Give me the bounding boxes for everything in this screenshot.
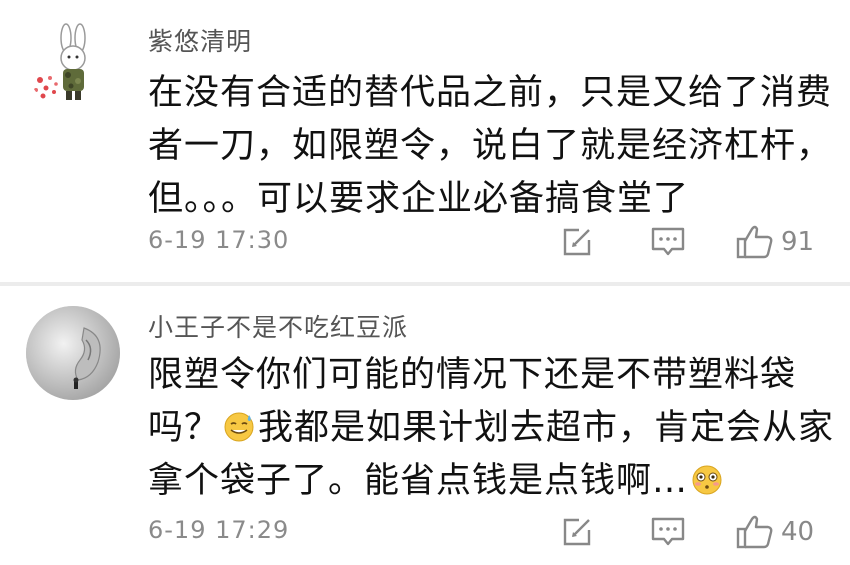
comment-button[interactable] — [650, 222, 686, 262]
like-count: 40 — [781, 517, 815, 547]
like-button[interactable]: 91 — [735, 222, 814, 262]
comment-item: 紫悠清明 在没有合适的替代品之前，只是又给了消费者一刀，如限塑令，说白了就是经济… — [0, 0, 850, 282]
like-button[interactable]: 40 — [735, 512, 814, 552]
bunny-avatar-icon — [26, 16, 120, 110]
like-count: 91 — [781, 227, 815, 257]
thumbs-up-icon — [736, 515, 773, 549]
comment-text: 限塑令你们可能的情况下还是不带塑料袋吗？ 我都是如果计划去超市，肯定会从家拿个袋子… — [148, 349, 838, 508]
flushed-emoji-icon — [692, 465, 722, 495]
repost-icon — [563, 518, 591, 546]
ear-earring-avatar-icon — [26, 306, 120, 400]
comment-item: 小王子不是不吃红豆派 限塑令你们可能的情况下还是不带塑料袋吗？ 我都是如果计划去超… — [0, 286, 850, 565]
comment-text: 在没有合适的替代品之前，只是又给了消费者一刀，如限塑令，说白了就是经济杠杆，但。… — [148, 67, 838, 226]
avatar[interactable] — [26, 306, 120, 400]
username[interactable]: 紫悠清明 — [148, 22, 252, 58]
comment-button[interactable] — [650, 512, 686, 552]
avatar[interactable] — [26, 16, 120, 110]
comment-meta: 6-19 17:29 40 — [0, 512, 850, 552]
comment-icon — [651, 517, 685, 546]
repost-button[interactable] — [560, 512, 594, 552]
comment-icon — [651, 227, 685, 256]
comment-text-part: 在没有合适的替代品之前，只是又给了消费者一刀，如限塑令，说白了就是经济杠杆，但。… — [148, 73, 833, 219]
timestamp: 6-19 17:29 — [148, 516, 290, 544]
thumbs-up-icon — [736, 225, 773, 259]
username[interactable]: 小王子不是不吃红豆派 — [148, 308, 408, 344]
sweat-smile-emoji-icon — [224, 412, 254, 442]
repost-button[interactable] — [560, 222, 594, 262]
comment-meta: 6-19 17:30 91 — [0, 222, 850, 262]
timestamp: 6-19 17:30 — [148, 226, 290, 254]
repost-icon — [563, 228, 591, 256]
